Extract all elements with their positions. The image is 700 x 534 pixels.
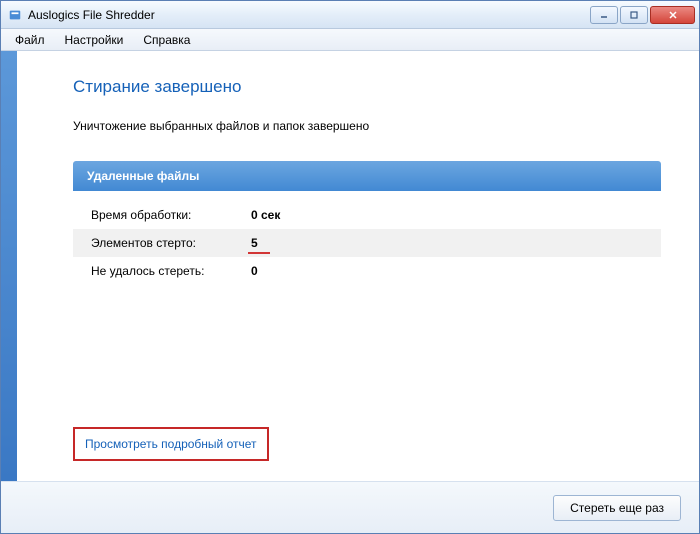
view-report-link[interactable]: Просмотреть подробный отчет [85,437,257,451]
app-window: Auslogics File Shredder Файл Настройки С… [0,0,700,534]
report-link-highlight: Просмотреть подробный отчет [73,427,269,461]
close-button[interactable] [650,6,695,24]
stats-row: Не удалось стереть:0 [73,257,661,285]
maximize-button[interactable] [620,6,648,24]
stats-row: Время обработки:0 сек [73,201,661,229]
menu-help[interactable]: Справка [135,31,198,49]
stats-label: Время обработки: [73,201,233,229]
stats-label: Не удалось стереть: [73,257,233,285]
minimize-button[interactable] [590,6,618,24]
footer: Стереть еще раз [1,481,699,533]
body-area: Стирание завершено Уничтожение выбранных… [1,51,699,481]
page-title: Стирание завершено [73,77,661,97]
stats-label: Элементов стерто: [73,229,233,257]
erase-again-button[interactable]: Стереть еще раз [553,495,681,521]
titlebar[interactable]: Auslogics File Shredder [1,1,699,29]
panel-header: Удаленные файлы [73,161,661,191]
sidebar-accent [1,51,17,481]
menubar: Файл Настройки Справка [1,29,699,51]
menu-settings[interactable]: Настройки [57,31,132,49]
content-area: Стирание завершено Уничтожение выбранных… [17,51,699,481]
window-title: Auslogics File Shredder [28,8,590,22]
menu-file[interactable]: Файл [7,31,53,49]
stats-value: 5 [233,229,661,257]
page-subtitle: Уничтожение выбранных файлов и папок зав… [73,119,661,133]
stats-table: Время обработки:0 секЭлементов стерто:5Н… [73,201,661,285]
stats-value: 0 сек [233,201,661,229]
window-controls [590,6,695,24]
stats-row: Элементов стерто:5 [73,229,661,257]
stats-value: 0 [233,257,661,285]
app-icon [7,7,23,23]
